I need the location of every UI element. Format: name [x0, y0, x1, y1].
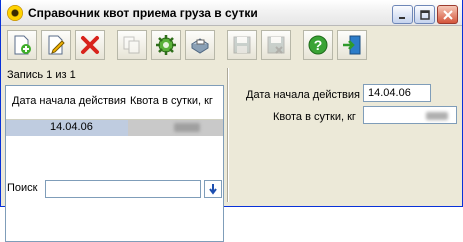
- cell-date[interactable]: 14.04.06: [6, 120, 128, 136]
- edit-document-icon: [48, 35, 65, 55]
- column-header-quota[interactable]: Квота в сутки, кг: [130, 95, 213, 107]
- edit-button[interactable]: [41, 30, 71, 60]
- pane-divider[interactable]: [227, 68, 229, 202]
- quota-label: Квота в сутки, кг: [273, 111, 356, 123]
- app-window: Справочник квот приема груза в сутки ? З…: [0, 0, 463, 242]
- save-button[interactable]: [227, 30, 257, 60]
- arrow-down-icon: [209, 184, 217, 195]
- delete-button[interactable]: [75, 30, 105, 60]
- toolbar: ?: [5, 30, 459, 64]
- date-label: Дата начала действия: [246, 89, 360, 101]
- printer-icon: [191, 38, 209, 54]
- settings-button[interactable]: [151, 30, 181, 60]
- close-button[interactable]: [437, 5, 458, 24]
- window-title: Справочник квот приема груза в сутки: [28, 6, 258, 20]
- delete-x-icon: [81, 36, 99, 54]
- date-field[interactable]: 14.04.06: [363, 84, 431, 102]
- svg-text:?: ?: [314, 37, 323, 53]
- table-row[interactable]: 14.04.06: [6, 120, 223, 136]
- app-sun-icon: [7, 5, 23, 21]
- quota-field[interactable]: [363, 106, 457, 124]
- minimize-icon: [398, 16, 405, 19]
- record-counter: Запись 1 из 1: [7, 69, 76, 81]
- add-button[interactable]: [7, 30, 37, 60]
- save-disk-icon: [233, 36, 251, 54]
- search-label: Поиск: [7, 182, 38, 194]
- print-button[interactable]: [185, 30, 215, 60]
- cell-date-value: 14.04.06: [50, 121, 93, 133]
- copy-button[interactable]: [117, 30, 147, 60]
- obscured-quota-value: [174, 123, 200, 132]
- copy-icon: [123, 36, 140, 54]
- grid-header: Дата начала действия Квота в сутки, кг: [6, 86, 223, 120]
- help-button[interactable]: ?: [303, 30, 333, 60]
- maximize-icon: [419, 9, 430, 20]
- obscured-quota-field-value: [426, 112, 448, 120]
- help-icon: ?: [308, 35, 328, 55]
- search-input[interactable]: [45, 180, 201, 198]
- close-icon: [442, 9, 453, 20]
- column-header-date[interactable]: Дата начала действия: [12, 95, 126, 107]
- exit-button[interactable]: [337, 30, 367, 60]
- records-pane: Запись 1 из 1 Дата начала действия Квота…: [3, 68, 224, 242]
- minimize-button[interactable]: [392, 5, 413, 24]
- title-bar[interactable]: Справочник квот приема груза в сутки: [1, 0, 462, 26]
- gear-icon: [156, 35, 176, 55]
- exit-door-icon: [343, 35, 361, 55]
- save-close-button[interactable]: [261, 30, 291, 60]
- save-close-disk-icon: [267, 36, 285, 54]
- add-document-icon: [14, 35, 31, 55]
- records-grid[interactable]: Дата начала действия Квота в сутки, кг 1…: [5, 85, 224, 242]
- maximize-button[interactable]: [414, 5, 435, 24]
- search-button[interactable]: [204, 180, 222, 198]
